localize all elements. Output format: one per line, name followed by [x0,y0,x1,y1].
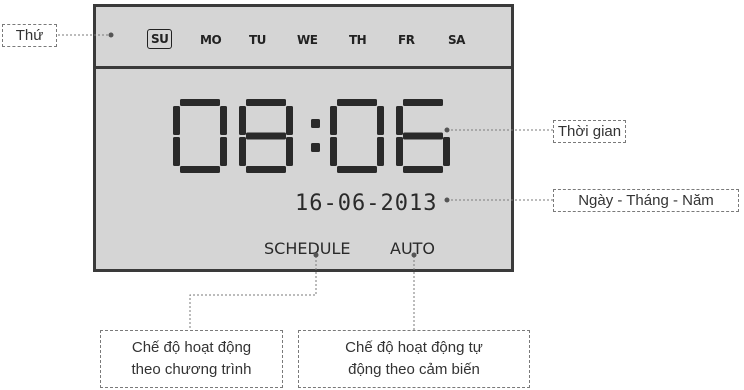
label-schedule-line1: Chế độ hoạt động [131,339,252,356]
label-auto-line1: Chế độ hoạt động tự [345,339,483,356]
label-schedule-mode: Chế độ hoạt động theo chương trình [100,330,283,388]
label-date: Ngày - Tháng - Năm [553,189,739,212]
label-auto-mode: Chế độ hoạt động tự động theo cảm biến [298,330,530,388]
label-auto-line2: động theo cảm biến [348,361,480,378]
label-time: Thời gian [553,120,626,143]
label-schedule-line2: theo chương trình [131,361,252,378]
label-weekday: Thứ [2,24,57,47]
